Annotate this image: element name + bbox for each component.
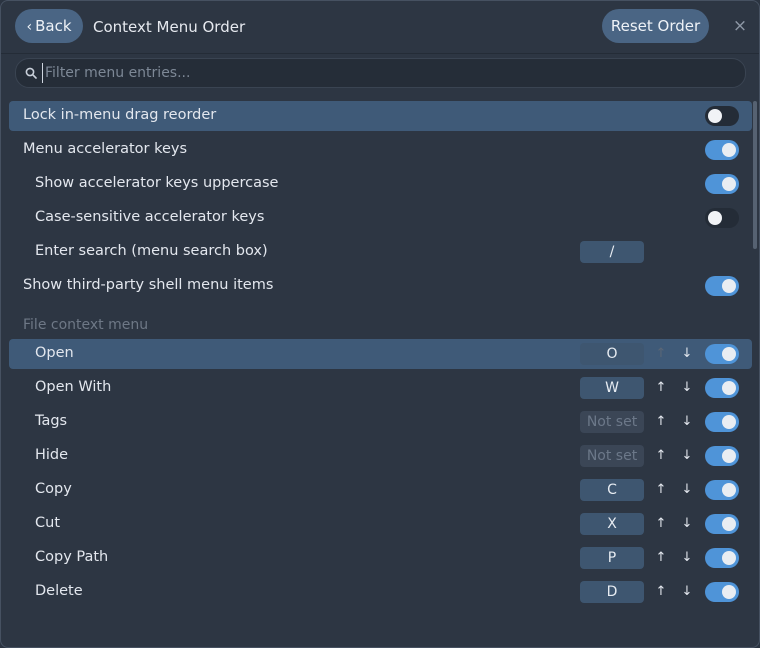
- move-down-icon[interactable]: ↓: [680, 581, 694, 603]
- menu-item-toggle[interactable]: [705, 446, 739, 466]
- menu-item-row[interactable]: Hide Not set ↑ ↓: [9, 441, 752, 471]
- accel-case-sensitive-toggle[interactable]: [705, 208, 739, 228]
- move-up-icon[interactable]: ↑: [654, 377, 668, 399]
- lock-drag-label: Lock in-menu drag reorder: [23, 107, 217, 123]
- move-up-icon[interactable]: ↑: [654, 479, 668, 501]
- move-up-icon[interactable]: ↑: [654, 547, 668, 569]
- back-button-label: Back: [35, 17, 72, 35]
- menu-item-toggle[interactable]: [705, 514, 739, 534]
- section-heading: File context menu: [23, 317, 149, 333]
- menu-item-toggle[interactable]: [705, 582, 739, 602]
- enter-search-key-field[interactable]: /: [580, 241, 644, 263]
- menu-item-toggle[interactable]: [705, 412, 739, 432]
- search-box: [15, 58, 746, 88]
- menu-item-label: Hide: [35, 447, 69, 463]
- menu-item-row[interactable]: Copy C ↑ ↓: [9, 475, 752, 505]
- third-party-toggle[interactable]: [705, 276, 739, 296]
- menu-item-row[interactable]: Tags Not set ↑ ↓: [9, 407, 752, 437]
- lock-drag-toggle[interactable]: [705, 106, 739, 126]
- third-party-row[interactable]: Show third-party shell menu items: [9, 271, 752, 301]
- menu-item-label: Copy Path: [35, 549, 109, 565]
- accelerator-key-field[interactable]: Not set: [580, 445, 644, 467]
- accelerator-key-field[interactable]: Not set: [580, 411, 644, 433]
- move-down-icon[interactable]: ↓: [680, 377, 694, 399]
- accelerator-key-field[interactable]: P: [580, 547, 644, 569]
- close-icon[interactable]: ×: [730, 16, 750, 36]
- accel-case-sensitive-label: Case-sensitive accelerator keys: [35, 209, 265, 225]
- search-input[interactable]: [42, 63, 735, 83]
- menu-item-label: Cut: [35, 515, 60, 531]
- move-down-icon[interactable]: ↓: [680, 513, 694, 535]
- menu-item-row[interactable]: Copy Path P ↑ ↓: [9, 543, 752, 573]
- menu-item-row[interactable]: Open With W ↑ ↓: [9, 373, 752, 403]
- move-down-icon[interactable]: ↓: [680, 479, 694, 501]
- move-up-icon[interactable]: ↑: [654, 513, 668, 535]
- menu-item-label: Delete: [35, 583, 83, 599]
- move-down-icon[interactable]: ↓: [680, 445, 694, 467]
- menu-item-row[interactable]: Cut X ↑ ↓: [9, 509, 752, 539]
- move-up-icon[interactable]: ↑: [654, 581, 668, 603]
- accelerator-key-field[interactable]: W: [580, 377, 644, 399]
- page-title: Context Menu Order: [93, 18, 246, 36]
- menu-item-label: Open With: [35, 379, 112, 395]
- move-up-icon[interactable]: ↑: [654, 445, 668, 467]
- move-up-icon: ↑: [655, 346, 667, 361]
- accelerator-keys-label: Menu accelerator keys: [23, 141, 188, 157]
- menu-item-toggle[interactable]: [705, 378, 739, 398]
- menu-item-row[interactable]: Delete D ↑ ↓: [9, 577, 752, 607]
- menu-item-row[interactable]: Open O ↑ ↓: [9, 339, 752, 369]
- menu-item-toggle[interactable]: [705, 548, 739, 568]
- menu-item-toggle[interactable]: [705, 344, 739, 364]
- menu-item-label: Tags: [35, 413, 68, 429]
- third-party-label: Show third-party shell menu items: [23, 277, 274, 293]
- menu-item-label: Copy: [35, 481, 72, 497]
- accel-case-sensitive-row[interactable]: Case-sensitive accelerator keys: [9, 203, 752, 233]
- move-down-icon[interactable]: ↓: [680, 343, 694, 365]
- chevron-left-icon: ‹: [26, 19, 33, 35]
- menu-item-toggle[interactable]: [705, 480, 739, 500]
- accelerator-keys-toggle[interactable]: [705, 140, 739, 160]
- scrollbar[interactable]: [752, 97, 758, 645]
- move-up-icon[interactable]: ↑: [654, 411, 668, 433]
- accel-uppercase-toggle[interactable]: [705, 174, 739, 194]
- title-bar: ‹ Back Context Menu Order Reset Order ×: [1, 1, 759, 54]
- accel-uppercase-label: Show accelerator keys uppercase: [35, 175, 279, 191]
- accel-uppercase-row[interactable]: Show accelerator keys uppercase: [9, 169, 752, 199]
- accelerator-key-field[interactable]: X: [580, 513, 644, 535]
- accelerator-key-field[interactable]: D: [580, 581, 644, 603]
- enter-search-row: Enter search (menu search box) /: [9, 237, 752, 267]
- reset-order-button[interactable]: Reset Order: [602, 9, 709, 43]
- search-icon: [25, 67, 37, 79]
- scrollbar-thumb[interactable]: [753, 101, 757, 249]
- accelerator-keys-row[interactable]: Menu accelerator keys: [9, 135, 752, 165]
- back-button[interactable]: ‹ Back: [15, 9, 83, 43]
- lock-drag-row[interactable]: Lock in-menu drag reorder: [9, 101, 752, 131]
- enter-search-label: Enter search (menu search box): [35, 243, 268, 259]
- menu-item-label: Open: [35, 345, 74, 361]
- accelerator-key-field[interactable]: O: [580, 343, 644, 365]
- accelerator-key-field[interactable]: C: [580, 479, 644, 501]
- move-down-icon[interactable]: ↓: [680, 547, 694, 569]
- context-menu-order-window: ‹Back Context Menu Order Reset Order × L…: [0, 0, 760, 648]
- move-down-icon[interactable]: ↓: [680, 411, 694, 433]
